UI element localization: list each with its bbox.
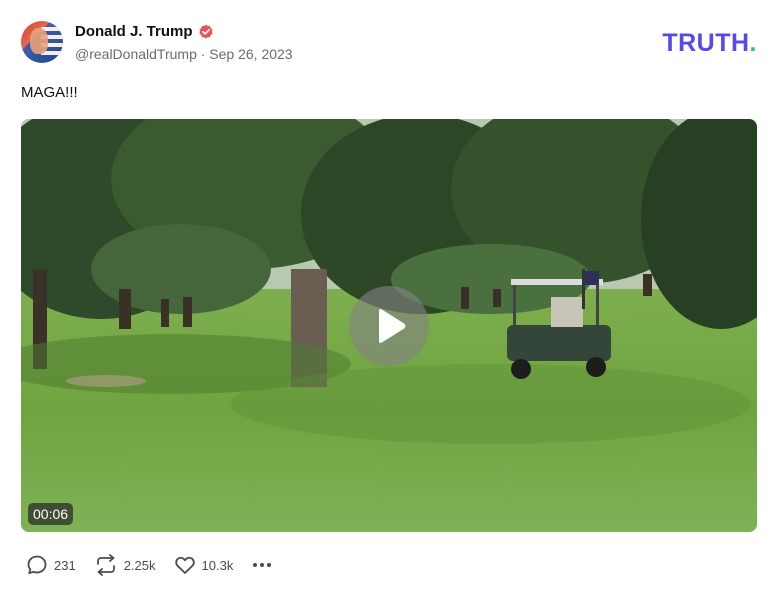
reply-button[interactable]: 231: [26, 554, 76, 576]
play-icon: [379, 309, 406, 343]
more-options-button[interactable]: [251, 559, 273, 571]
display-name[interactable]: Donald J. Trump: [75, 23, 193, 40]
verified-badge-icon: [198, 24, 213, 39]
name-row: Donald J. Trump: [75, 23, 214, 40]
handle-and-date: @realDonaldTrump · Sep 26, 2023: [75, 46, 293, 62]
like-count: 10.3k: [201, 557, 234, 573]
retruth-count: 2.25k: [123, 557, 156, 573]
play-button[interactable]: [349, 286, 429, 366]
action-bar: 231 2.25k 10.3k: [26, 553, 273, 577]
more-icon: [253, 563, 258, 567]
more-icon-dot: [267, 563, 272, 567]
reply-count: 231: [54, 557, 76, 573]
truth-logo[interactable]: TRUTH.: [662, 29, 757, 58]
post-text: MAGA!!!: [21, 84, 78, 101]
reply-icon: [27, 555, 47, 575]
more-icon-dot: [260, 563, 265, 567]
avatar[interactable]: [21, 21, 63, 63]
video-player[interactable]: 00:06: [21, 119, 757, 532]
retruth-icon: [96, 554, 115, 576]
logo-text: TRUTH: [662, 29, 750, 57]
heart-icon: [174, 556, 195, 574]
retruth-button[interactable]: 2.25k: [94, 554, 156, 576]
post-header: Donald J. Trump @realDonaldTrump · Sep 2…: [21, 21, 757, 65]
logo-dot: .: [749, 29, 757, 57]
video-duration: 00:06: [28, 503, 74, 525]
like-button[interactable]: 10.3k: [174, 554, 234, 576]
avatar-face: [30, 28, 48, 54]
